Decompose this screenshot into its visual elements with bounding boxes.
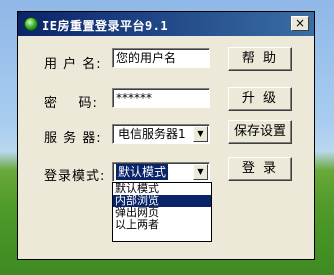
help-button[interactable]: 帮 助 [228, 47, 292, 71]
username-input[interactable]: 您的用户名 [112, 48, 210, 68]
server-label: 服 务 器: [44, 131, 102, 146]
mode-select-value: 默认模式 [116, 164, 169, 180]
username-label: 用 户 名: [44, 57, 102, 72]
password-label: 密 码: [44, 96, 98, 111]
mode-label: 登录模式: [44, 169, 106, 184]
mode-select[interactable]: 默认模式 ▼ [112, 162, 210, 182]
password-input[interactable]: ****** [112, 88, 210, 108]
window-title: IE房重置登录平台9.1 [42, 19, 169, 33]
mode-dropdown-list: 默认模式 内部浏览 弹出网页 以上两者 [112, 182, 212, 242]
title-bar[interactable]: IE房重置登录平台9.1 × [18, 12, 314, 36]
login-button[interactable]: 登 录 [228, 157, 292, 181]
server-select-value: 电信服务器1 [118, 127, 186, 141]
server-select[interactable]: 电信服务器1 ▼ [112, 124, 210, 144]
upgrade-button[interactable]: 升 级 [228, 87, 292, 111]
close-button[interactable]: × [291, 16, 309, 31]
chevron-down-icon[interactable]: ▼ [193, 164, 208, 180]
chevron-down-icon[interactable]: ▼ [193, 126, 208, 142]
mode-option[interactable]: 以上两者 [113, 219, 211, 231]
login-window: IE房重置登录平台9.1 × 用 户 名: 您的用户名 密 码: ****** … [17, 11, 315, 260]
app-icon [24, 17, 38, 31]
save-settings-button[interactable]: 保存设置 [228, 120, 292, 144]
